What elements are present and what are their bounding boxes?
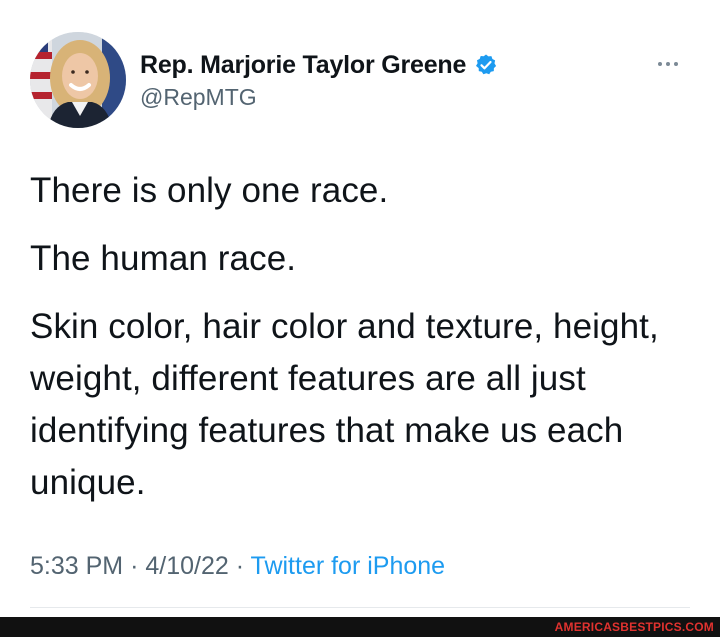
meta-separator: · (130, 552, 139, 580)
avatar-image (30, 32, 126, 128)
display-name[interactable]: Rep. Marjorie Taylor Greene (140, 51, 466, 80)
divider (30, 607, 690, 608)
tweet-time[interactable]: 5:33 PM (30, 552, 123, 580)
tweet-source-link[interactable]: Twitter for iPhone (251, 552, 446, 580)
avatar[interactable] (30, 32, 126, 128)
watermark-bar: AMERICASBESTPICS.COM (0, 617, 720, 637)
tweet-date[interactable]: 4/10/22 (145, 552, 228, 580)
tweet-paragraph: There is only one race. (30, 171, 389, 210)
more-options-icon[interactable] (650, 52, 686, 76)
tweet-text: There is only one race. The human race. … (30, 165, 690, 525)
tweet-metadata: 5:33 PM · 4/10/22 · Twitter for iPhone (30, 552, 445, 581)
tweet-paragraph: The human race. (30, 239, 297, 278)
author-info: Rep. Marjorie Taylor Greene @RepMTG (140, 50, 498, 111)
verified-badge-icon (474, 53, 498, 77)
user-handle[interactable]: @RepMTG (140, 84, 498, 111)
watermark-text: AMERICASBESTPICS.COM (554, 620, 714, 634)
tweet-header: Rep. Marjorie Taylor Greene @RepMTG (30, 30, 690, 130)
tweet-card: Rep. Marjorie Taylor Greene @RepMTG Ther… (0, 0, 720, 637)
tweet-paragraph: Skin color, hair color and texture, heig… (30, 307, 659, 502)
meta-separator: · (235, 552, 245, 580)
name-row: Rep. Marjorie Taylor Greene (140, 50, 498, 80)
